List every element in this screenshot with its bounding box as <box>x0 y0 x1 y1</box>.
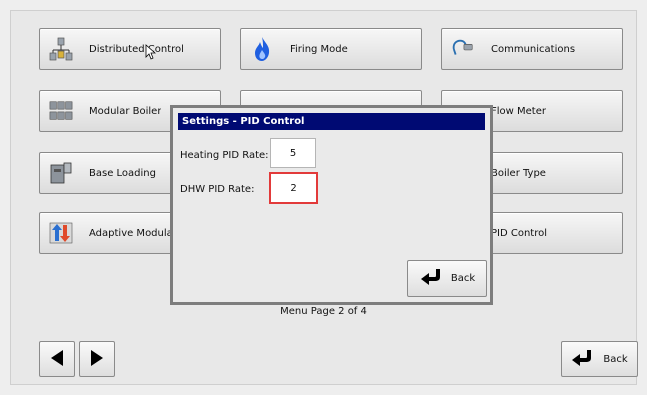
back-label: Back <box>603 353 628 365</box>
dhw-pid-rate-label: DHW PID Rate: <box>180 184 255 195</box>
back-arrow-icon <box>419 268 445 289</box>
previous-page-button[interactable] <box>39 341 75 377</box>
tile-label: Distributed Control <box>89 43 184 55</box>
arrow-left-icon <box>49 349 65 370</box>
dhw-pid-rate-field[interactable]: 2 <box>269 172 318 204</box>
adaptive-modulation-icon <box>49 221 73 245</box>
distributed-control-button[interactable]: Distributed Control <box>39 28 221 70</box>
arrow-right-icon <box>89 349 105 370</box>
mouse-pointer-icon <box>145 44 157 63</box>
tile-label: Base Loading <box>89 167 156 179</box>
back-button[interactable]: Back <box>561 341 638 377</box>
base-loading-icon <box>49 161 73 185</box>
next-page-button[interactable] <box>79 341 115 377</box>
pid-settings-dialog: Settings - PID Control Heating PID Rate:… <box>170 105 493 305</box>
distributed-control-icon <box>49 37 73 61</box>
heating-pid-rate-label: Heating PID Rate: <box>180 150 269 161</box>
tile-label: Flow Meter <box>491 105 546 117</box>
modular-boiler-icon <box>49 99 73 123</box>
tile-label: Modular Boiler <box>89 105 162 117</box>
communications-button[interactable]: Communications <box>441 28 623 70</box>
flame-icon <box>250 37 274 61</box>
tile-label: Communications <box>491 43 576 55</box>
heating-pid-rate-field[interactable]: 5 <box>270 138 316 168</box>
dialog-back-label: Back <box>450 273 476 284</box>
dialog-title: Settings - PID Control <box>178 113 485 130</box>
firing-mode-button[interactable]: Firing Mode <box>240 28 422 70</box>
tile-label: Adaptive Modula <box>89 227 173 239</box>
tile-label: Boiler Type <box>491 167 546 179</box>
page-indicator: Menu Page 2 of 4 <box>280 306 367 317</box>
dialog-back-button[interactable]: Back <box>407 260 487 297</box>
back-arrow-icon <box>571 349 595 370</box>
tile-label: PID Control <box>491 227 548 239</box>
communications-icon <box>451 37 475 61</box>
tile-label: Firing Mode <box>290 43 348 55</box>
